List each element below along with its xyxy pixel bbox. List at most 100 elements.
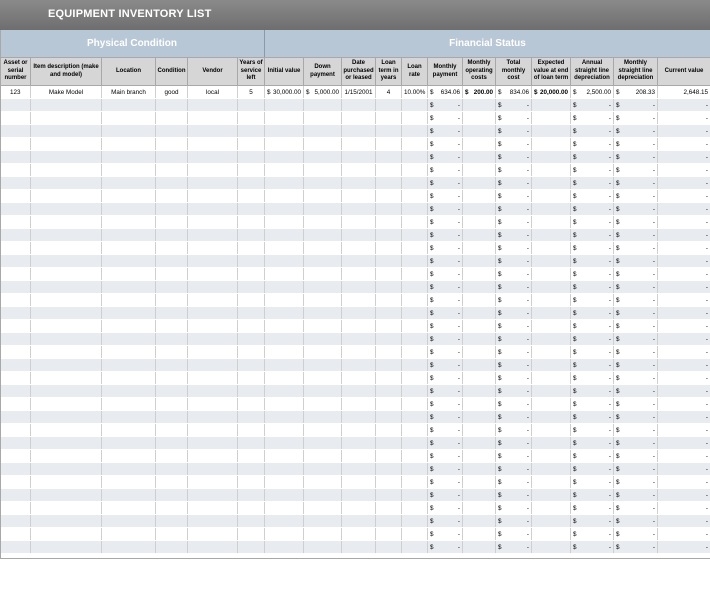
cell-description[interactable]: Make Model xyxy=(30,85,102,99)
empty-value[interactable]: - xyxy=(657,189,710,203)
table-cell[interactable] xyxy=(401,462,428,476)
table-cell[interactable] xyxy=(462,124,496,138)
table-cell[interactable] xyxy=(0,228,31,242)
table-cell[interactable]: $ - xyxy=(613,137,658,151)
table-cell[interactable] xyxy=(341,332,376,346)
table-cell[interactable] xyxy=(341,241,376,255)
empty-value[interactable]: - xyxy=(657,410,710,424)
empty-value[interactable]: - xyxy=(657,202,710,216)
table-cell[interactable] xyxy=(401,475,428,489)
table-cell[interactable]: $ - xyxy=(570,540,614,554)
table-cell[interactable] xyxy=(341,280,376,294)
empty-value[interactable]: - xyxy=(657,371,710,385)
table-cell[interactable] xyxy=(531,423,571,437)
table-cell[interactable] xyxy=(375,267,402,281)
table-cell[interactable] xyxy=(155,319,188,333)
cell-down-payment[interactable]: $5,000.00 xyxy=(303,85,342,99)
table-cell[interactable] xyxy=(401,267,428,281)
table-cell[interactable]: $ - xyxy=(570,423,614,437)
table-cell[interactable] xyxy=(155,150,188,164)
table-cell[interactable]: $ - xyxy=(495,345,532,359)
table-cell[interactable] xyxy=(462,423,496,437)
table-cell[interactable]: $ - xyxy=(613,267,658,281)
table-cell[interactable]: $ - xyxy=(427,384,463,398)
table-cell[interactable] xyxy=(101,163,156,177)
table-cell[interactable] xyxy=(303,111,342,125)
table-cell[interactable] xyxy=(155,241,188,255)
cell-date[interactable]: 1/15/2001 xyxy=(341,85,376,99)
empty-value[interactable]: - xyxy=(657,475,710,489)
empty-value[interactable]: - xyxy=(657,384,710,398)
table-cell[interactable] xyxy=(155,228,188,242)
empty-value[interactable]: - xyxy=(657,449,710,463)
table-cell[interactable] xyxy=(375,345,402,359)
table-cell[interactable] xyxy=(375,371,402,385)
table-cell[interactable] xyxy=(462,475,496,489)
table-cell[interactable] xyxy=(187,150,238,164)
table-cell[interactable] xyxy=(264,332,304,346)
table-cell[interactable] xyxy=(462,293,496,307)
table-cell[interactable] xyxy=(30,514,102,528)
table-cell[interactable] xyxy=(187,98,238,112)
table-cell[interactable] xyxy=(375,150,402,164)
table-cell[interactable] xyxy=(30,293,102,307)
table-cell[interactable] xyxy=(375,423,402,437)
table-cell[interactable] xyxy=(237,306,265,320)
table-cell[interactable] xyxy=(155,384,188,398)
table-cell[interactable] xyxy=(375,436,402,450)
table-cell[interactable]: $ - xyxy=(570,228,614,242)
table-cell[interactable]: $ - xyxy=(570,358,614,372)
table-cell[interactable] xyxy=(0,332,31,346)
empty-value[interactable]: - xyxy=(657,358,710,372)
table-cell[interactable]: $ - xyxy=(495,228,532,242)
table-cell[interactable] xyxy=(0,124,31,138)
table-cell[interactable] xyxy=(375,332,402,346)
table-cell[interactable] xyxy=(101,423,156,437)
table-cell[interactable] xyxy=(187,228,238,242)
table-cell[interactable] xyxy=(155,371,188,385)
table-cell[interactable] xyxy=(341,293,376,307)
table-cell[interactable]: $ - xyxy=(427,111,463,125)
table-cell[interactable] xyxy=(401,111,428,125)
table-cell[interactable] xyxy=(401,345,428,359)
table-cell[interactable] xyxy=(531,488,571,502)
cell-loan-rate[interactable]: 10.00% xyxy=(401,85,428,99)
cell-total-monthly[interactable]: $834.06 xyxy=(495,85,532,99)
table-cell[interactable]: $ - xyxy=(613,475,658,489)
table-cell[interactable] xyxy=(187,345,238,359)
table-cell[interactable] xyxy=(341,111,376,125)
table-cell[interactable]: $ - xyxy=(427,540,463,554)
table-cell[interactable]: $ - xyxy=(570,527,614,541)
table-cell[interactable]: $ - xyxy=(427,124,463,138)
table-cell[interactable] xyxy=(237,475,265,489)
table-cell[interactable] xyxy=(531,527,571,541)
empty-value[interactable]: - xyxy=(657,319,710,333)
empty-value[interactable]: - xyxy=(657,488,710,502)
cell-monthly-dep[interactable]: $208.33 xyxy=(613,85,658,99)
table-cell[interactable] xyxy=(401,319,428,333)
table-cell[interactable] xyxy=(264,462,304,476)
table-cell[interactable] xyxy=(30,488,102,502)
table-cell[interactable] xyxy=(303,540,342,554)
table-cell[interactable] xyxy=(462,176,496,190)
table-cell[interactable] xyxy=(237,540,265,554)
table-cell[interactable] xyxy=(30,124,102,138)
table-cell[interactable]: $ - xyxy=(570,332,614,346)
empty-value[interactable]: - xyxy=(657,280,710,294)
table-cell[interactable] xyxy=(462,488,496,502)
table-cell[interactable] xyxy=(401,527,428,541)
table-cell[interactable] xyxy=(303,449,342,463)
table-cell[interactable]: $ - xyxy=(570,98,614,112)
table-cell[interactable] xyxy=(0,111,31,125)
table-cell[interactable]: $ - xyxy=(427,488,463,502)
table-cell[interactable] xyxy=(303,527,342,541)
table-cell[interactable] xyxy=(155,280,188,294)
table-cell[interactable] xyxy=(30,319,102,333)
table-cell[interactable] xyxy=(462,306,496,320)
table-cell[interactable] xyxy=(30,449,102,463)
table-cell[interactable]: $ - xyxy=(570,267,614,281)
table-cell[interactable]: $ - xyxy=(495,436,532,450)
table-cell[interactable] xyxy=(30,202,102,216)
table-cell[interactable] xyxy=(237,98,265,112)
table-cell[interactable] xyxy=(531,124,571,138)
